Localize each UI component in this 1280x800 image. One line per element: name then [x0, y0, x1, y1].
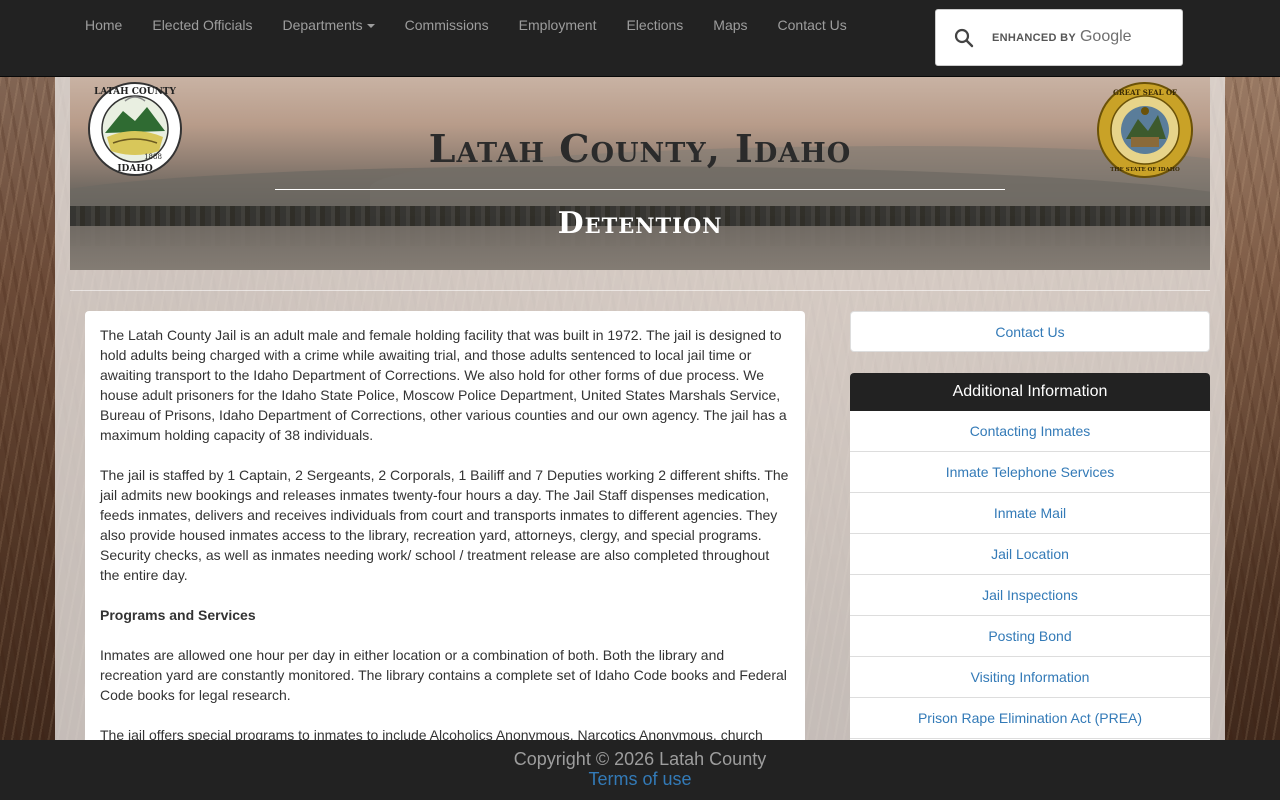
- top-navbar: Home Elected Officials Departments Commi…: [0, 0, 1280, 77]
- nav-commissions[interactable]: Commissions: [390, 0, 504, 50]
- link-inmate-mail[interactable]: Inmate Mail: [850, 493, 1210, 534]
- page-footer: Copyright © 2026 Latah County Terms of u…: [0, 740, 1280, 800]
- section-heading: Programs and Services: [100, 607, 256, 623]
- article-paragraph: Inmates are allowed one hour per day in …: [100, 647, 787, 703]
- google-logo-text: Google: [1079, 28, 1132, 45]
- seal-text-idaho: THE STATE OF IDAHO: [1110, 167, 1180, 173]
- link-contacting-inmates[interactable]: Contacting Inmates: [850, 411, 1210, 452]
- nav-maps[interactable]: Maps: [698, 0, 762, 50]
- link-jail-inspections[interactable]: Jail Inspections: [850, 575, 1210, 616]
- seal-text-great: GREAT SEAL OF: [1113, 88, 1177, 97]
- copyright-text: Copyright © 2026 Latah County: [513, 749, 767, 769]
- google-search-input[interactable]: ENHANCED BY Google: [935, 9, 1183, 66]
- article-body: The Latah County Jail is an adult male a…: [85, 311, 805, 745]
- search-watermark: ENHANCED BY Google: [992, 29, 1132, 46]
- idaho-state-seal-icon: GREAT SEAL OF THE STATE OF IDAHO: [1097, 82, 1193, 178]
- link-jail-location[interactable]: Jail Location: [850, 534, 1210, 575]
- article-panel: The Latah County Jail is an adult male a…: [85, 311, 805, 751]
- page-title: Latah County, Idaho: [428, 126, 852, 171]
- nav-elections[interactable]: Elections: [611, 0, 698, 50]
- panel-title: Additional Information: [850, 373, 1210, 411]
- banner-divider: [275, 189, 1005, 190]
- article-paragraph: The Latah County Jail is an adult male a…: [100, 327, 787, 443]
- nav-employment[interactable]: Employment: [504, 0, 612, 50]
- header-banner: LATAH COUNTY 1888 IDAHO Latah County, Id…: [70, 76, 1210, 270]
- contact-us-button[interactable]: Contact Us: [850, 311, 1210, 352]
- main-container: LATAH COUNTY 1888 IDAHO Latah County, Id…: [55, 76, 1225, 773]
- additional-info-panel: Additional Information Contacting Inmate…: [850, 373, 1210, 773]
- section-divider: [70, 290, 1210, 291]
- nav-elected-officials[interactable]: Elected Officials: [137, 0, 267, 50]
- nav-departments-dropdown[interactable]: Departments: [267, 0, 389, 50]
- page-subtitle: Detention: [557, 206, 723, 241]
- link-posting-bond[interactable]: Posting Bond: [850, 616, 1210, 657]
- nav-departments-label: Departments: [282, 17, 363, 33]
- link-inmate-telephone-services[interactable]: Inmate Telephone Services: [850, 452, 1210, 493]
- caret-down-icon: [366, 24, 375, 29]
- nav-home[interactable]: Home: [70, 0, 137, 50]
- nav-menu: Home Elected Officials Departments Commi…: [70, 0, 862, 50]
- seal-text-top: LATAH COUNTY: [94, 87, 176, 97]
- article-paragraph: The jail is staffed by 1 Captain, 2 Serg…: [100, 467, 789, 583]
- link-prea[interactable]: Prison Rape Elimination Act (PREA): [850, 698, 1210, 739]
- search-icon[interactable]: [954, 28, 974, 48]
- terms-of-use-link[interactable]: Terms of use: [0, 769, 1280, 789]
- enhanced-by-text: ENHANCED BY: [992, 32, 1076, 44]
- link-visiting-information[interactable]: Visiting Information: [850, 657, 1210, 698]
- nav-contact-us[interactable]: Contact Us: [763, 0, 862, 50]
